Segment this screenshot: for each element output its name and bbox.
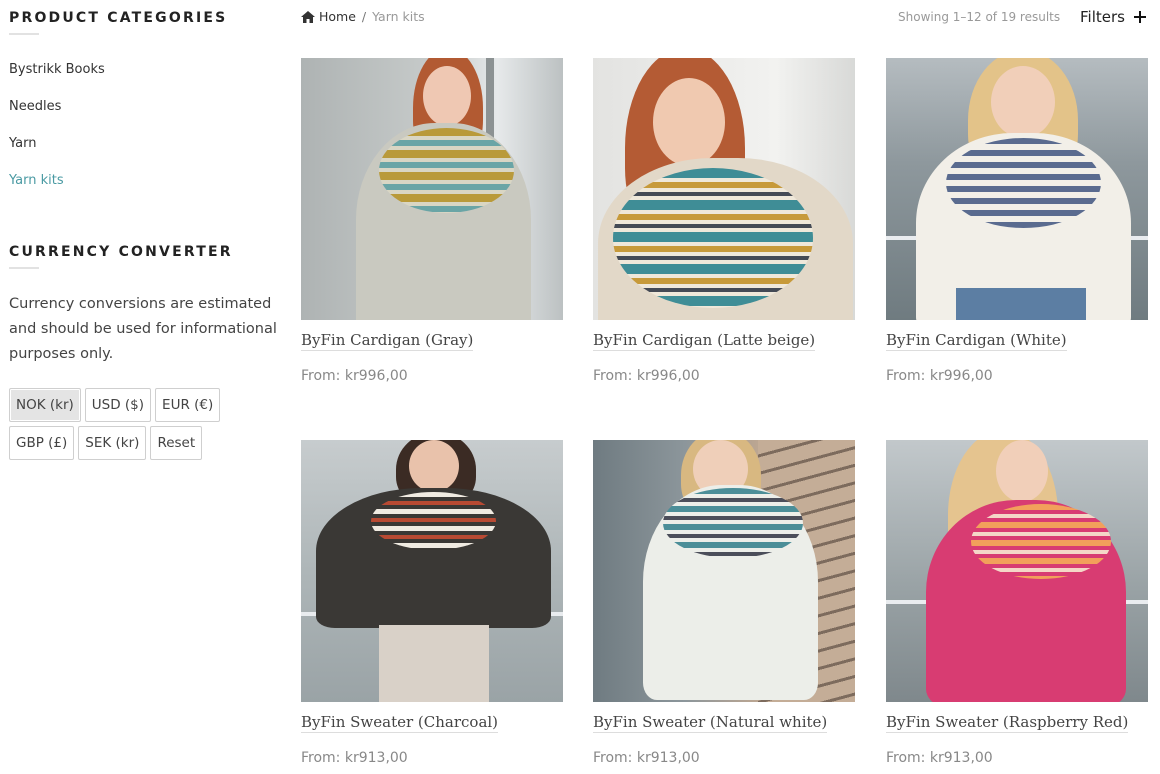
category-link-needles[interactable]: Needles bbox=[9, 99, 61, 114]
currency-button-group: NOK (kr) USD ($) EUR (€) GBP (£) SEK (kr… bbox=[9, 388, 249, 460]
currency-widget-header: CURRENCY CONVERTER bbox=[9, 244, 233, 269]
product-image-latte-cardigan[interactable] bbox=[593, 58, 855, 320]
breadcrumb: Home / Yarn kits bbox=[301, 9, 425, 24]
currency-title: CURRENCY CONVERTER bbox=[9, 244, 233, 260]
product-price: From: kr996,00 bbox=[593, 368, 700, 384]
category-item: Needles bbox=[9, 97, 105, 134]
product-title[interactable]: ByFin Cardigan (White) bbox=[886, 331, 1067, 351]
currency-button-nok[interactable]: NOK (kr) bbox=[9, 388, 81, 422]
result-count: Showing 1–12 of 19 results bbox=[898, 10, 1061, 24]
product-card: ByFin Cardigan (White) From: kr996,00 bbox=[886, 58, 1148, 384]
currency-button-usd[interactable]: USD ($) bbox=[84, 388, 152, 422]
title-divider bbox=[9, 33, 39, 35]
product-image-raspberry-sweater[interactable] bbox=[886, 440, 1148, 702]
category-list: Bystrikk Books Needles Yarn Yarn kits bbox=[9, 60, 105, 208]
breadcrumb-home-link[interactable]: Home bbox=[319, 9, 356, 24]
product-price: From: kr913,00 bbox=[593, 750, 700, 766]
product-image-natural-white-sweater[interactable] bbox=[593, 440, 855, 702]
product-price: From: kr913,00 bbox=[886, 750, 993, 766]
product-title[interactable]: ByFin Sweater (Natural white) bbox=[593, 713, 828, 733]
currency-button-sek[interactable]: SEK (kr) bbox=[78, 426, 147, 460]
product-title[interactable]: ByFin Sweater (Raspberry Red) bbox=[886, 713, 1129, 733]
product-price: From: kr913,00 bbox=[301, 750, 408, 766]
categories-widget-header: PRODUCT CATEGORIES bbox=[9, 10, 227, 35]
category-item: Yarn kits bbox=[9, 171, 105, 208]
title-divider bbox=[9, 267, 39, 269]
product-title[interactable]: ByFin Cardigan (Gray) bbox=[301, 331, 474, 351]
product-image-charcoal-sweater[interactable] bbox=[301, 440, 563, 702]
product-image-white-cardigan[interactable] bbox=[886, 58, 1148, 320]
product-price: From: kr996,00 bbox=[301, 368, 408, 384]
filters-toggle[interactable]: Filters bbox=[1080, 8, 1146, 26]
category-link-yarn-kits[interactable]: Yarn kits bbox=[9, 173, 64, 188]
currency-reset-button[interactable]: Reset bbox=[150, 426, 203, 460]
currency-button-eur[interactable]: EUR (€) bbox=[155, 388, 221, 422]
currency-note: Currency conversions are estimated and s… bbox=[9, 296, 277, 362]
product-image-gray-cardigan[interactable] bbox=[301, 58, 563, 320]
categories-title: PRODUCT CATEGORIES bbox=[9, 10, 228, 26]
currency-button-gbp[interactable]: GBP (£) bbox=[9, 426, 75, 460]
product-price: From: kr996,00 bbox=[886, 368, 993, 384]
product-card: ByFin Sweater (Raspberry Red) From: kr91… bbox=[886, 440, 1148, 766]
filters-label: Filters bbox=[1080, 8, 1125, 26]
category-link-yarn[interactable]: Yarn bbox=[9, 136, 36, 151]
product-card: ByFin Sweater (Charcoal) From: kr913,00 bbox=[301, 440, 563, 766]
product-title[interactable]: ByFin Sweater (Charcoal) bbox=[301, 713, 499, 733]
product-card: ByFin Cardigan (Gray) From: kr996,00 bbox=[301, 58, 563, 384]
breadcrumb-separator: / bbox=[361, 9, 367, 24]
breadcrumb-current: Yarn kits bbox=[372, 9, 425, 24]
category-link-bystrikk-books[interactable]: Bystrikk Books bbox=[9, 62, 105, 77]
category-item: Yarn bbox=[9, 134, 105, 171]
plus-icon bbox=[1133, 11, 1146, 23]
product-title[interactable]: ByFin Cardigan (Latte beige) bbox=[593, 331, 816, 351]
product-card: ByFin Cardigan (Latte beige) From: kr996… bbox=[593, 58, 855, 384]
category-item: Bystrikk Books bbox=[9, 60, 105, 97]
home-icon bbox=[301, 10, 315, 23]
product-card: ByFin Sweater (Natural white) From: kr91… bbox=[593, 440, 855, 766]
